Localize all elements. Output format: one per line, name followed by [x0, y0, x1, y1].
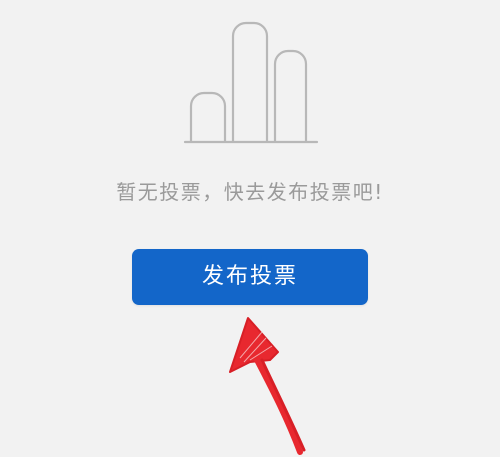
empty-state-message: 暂无投票，快去发布投票吧! — [116, 180, 384, 204]
bar-chart-outline-icon — [183, 21, 319, 144]
red-arrow-annotation-icon — [229, 317, 306, 455]
publish-vote-button[interactable]: 发布投票 — [132, 249, 368, 305]
